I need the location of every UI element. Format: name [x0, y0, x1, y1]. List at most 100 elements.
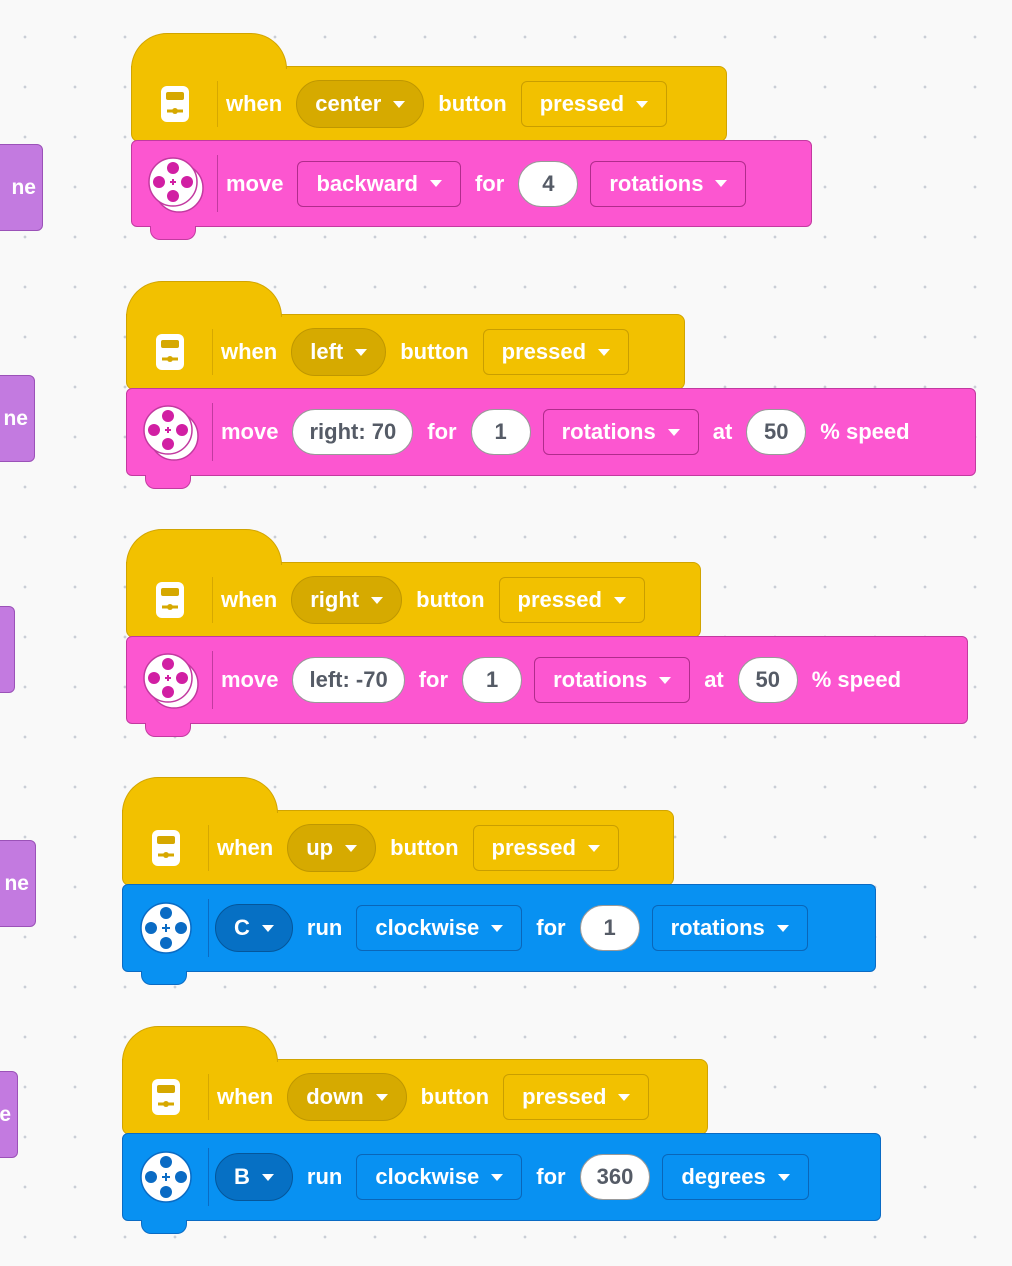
hub-button-icon [161, 86, 189, 122]
when-label: when [217, 835, 274, 860]
unit-dropdown[interactable]: rotations [534, 657, 691, 703]
amount-input[interactable]: 1 [579, 905, 640, 951]
when-button-pressed-block[interactable]: when up button pressed [121, 777, 674, 886]
divider [207, 825, 209, 871]
amount-value: 4 [542, 170, 555, 196]
button-label: button [420, 1084, 490, 1109]
button-state-dropdown[interactable]: pressed [503, 1074, 650, 1120]
chevron-down-icon [491, 924, 504, 932]
when-label: when [226, 91, 283, 116]
amount-input[interactable]: 1 [462, 657, 523, 703]
button-choice-value: up [306, 835, 334, 860]
chevron-down-icon [429, 180, 442, 187]
block-notch [141, 1220, 187, 1234]
when-label: when [221, 339, 278, 364]
motor-run-block[interactable]: C run clockwise for 1 rotations [122, 884, 876, 985]
hat-cap [130, 33, 287, 69]
direction-value: backward [316, 170, 418, 196]
chevron-down-icon [371, 596, 384, 604]
run-label: run [306, 1164, 343, 1189]
port-value: C [234, 915, 250, 940]
movement-icon-zone [132, 141, 218, 226]
button-choice-dropdown[interactable]: right [291, 576, 403, 624]
direction-dropdown[interactable]: clockwise [356, 905, 523, 951]
for-label: for [427, 419, 457, 444]
divider [207, 1148, 209, 1206]
hub-button-icon [156, 582, 184, 618]
divider [216, 155, 218, 212]
button-state-dropdown[interactable]: pressed [520, 81, 668, 127]
direction-dropdown[interactable]: backward [297, 160, 461, 207]
button-choice-dropdown[interactable]: up [287, 824, 377, 872]
hub-button-icon-zone [132, 67, 218, 141]
speed-input[interactable]: 50 [746, 409, 807, 455]
port-value: B [234, 1164, 250, 1189]
chevron-down-icon [345, 844, 358, 852]
button-label: button [416, 587, 485, 612]
hat-cap [121, 777, 278, 813]
move-steer-block[interactable]: move right: 70 for 1 rotations at 50 % s… [126, 388, 976, 489]
speed-input[interactable]: 50 [737, 657, 798, 703]
move-block[interactable]: move backward for 4 rotations [131, 140, 812, 240]
unit-dropdown[interactable]: rotations [590, 160, 747, 207]
button-choice-dropdown[interactable]: left [291, 328, 387, 376]
divider [211, 651, 213, 709]
hat-cap [125, 281, 282, 317]
button-state-value: pressed [522, 1084, 607, 1109]
unit-value: degrees [681, 1164, 766, 1189]
side-block[interactable]: e [0, 1071, 18, 1158]
unit-dropdown[interactable]: rotations [542, 409, 699, 455]
movement-motors-icon [148, 156, 204, 213]
motor-icon [140, 902, 192, 954]
unit-value: rotations [670, 915, 765, 940]
when-button-pressed-block[interactable]: when down button pressed [121, 1026, 708, 1135]
button-state-dropdown[interactable]: pressed [482, 329, 630, 375]
amount-input[interactable]: 360 [579, 1154, 651, 1200]
button-choice-dropdown[interactable]: center [296, 80, 425, 128]
chevron-down-icon [261, 1173, 274, 1181]
side-block[interactable]: ne [0, 840, 36, 927]
speed-value: 50 [764, 419, 789, 444]
amount-value: 1 [494, 419, 507, 444]
steer-input[interactable]: right: 70 [292, 409, 414, 455]
move-label: move [221, 419, 279, 444]
when-button-pressed-block[interactable]: when left button pressed [125, 281, 685, 390]
hub-button-icon [156, 334, 184, 370]
run-label: run [306, 915, 343, 940]
button-state-dropdown[interactable]: pressed [472, 825, 619, 871]
hat-cap [125, 529, 282, 565]
hub-button-icon-zone [127, 315, 213, 389]
direction-value: clockwise [375, 1164, 480, 1189]
button-state-value: pressed [517, 587, 602, 612]
port-dropdown[interactable]: C [215, 904, 293, 952]
port-dropdown[interactable]: B [215, 1153, 293, 1201]
amount-input[interactable]: 1 [470, 409, 531, 455]
button-choice-value: down [306, 1084, 364, 1109]
direction-dropdown[interactable]: clockwise [356, 1154, 523, 1200]
when-label: when [221, 587, 278, 612]
amount-input[interactable]: 4 [518, 160, 579, 207]
motor-run-block[interactable]: B run clockwise for 360 degrees [122, 1133, 881, 1234]
hub-button-icon-zone [123, 811, 209, 885]
block-notch [145, 475, 191, 489]
hub-button-icon-zone [127, 563, 213, 637]
at-label: at [704, 667, 724, 692]
when-button-pressed-block[interactable]: when right button pressed [125, 529, 701, 638]
side-block[interactable] [0, 606, 15, 693]
button-state-value: pressed [539, 91, 625, 116]
side-block[interactable]: ne [0, 144, 43, 231]
when-button-pressed-block[interactable]: when center button pressed [130, 33, 727, 142]
move-steer-block[interactable]: move left: -70 for 1 rotations at 50 % s… [126, 636, 968, 737]
for-label: for [474, 170, 505, 196]
chevron-down-icon [355, 348, 368, 356]
amount-value: 360 [596, 1164, 634, 1189]
steer-value: left: -70 [309, 667, 388, 692]
chevron-down-icon [659, 676, 672, 684]
steer-value: right: 70 [309, 419, 397, 444]
side-block[interactable]: ne [0, 375, 35, 462]
button-state-dropdown[interactable]: pressed [498, 577, 645, 623]
steer-input[interactable]: left: -70 [292, 657, 405, 703]
unit-dropdown[interactable]: degrees [662, 1154, 809, 1200]
button-choice-dropdown[interactable]: down [287, 1073, 407, 1121]
unit-dropdown[interactable]: rotations [651, 905, 808, 951]
